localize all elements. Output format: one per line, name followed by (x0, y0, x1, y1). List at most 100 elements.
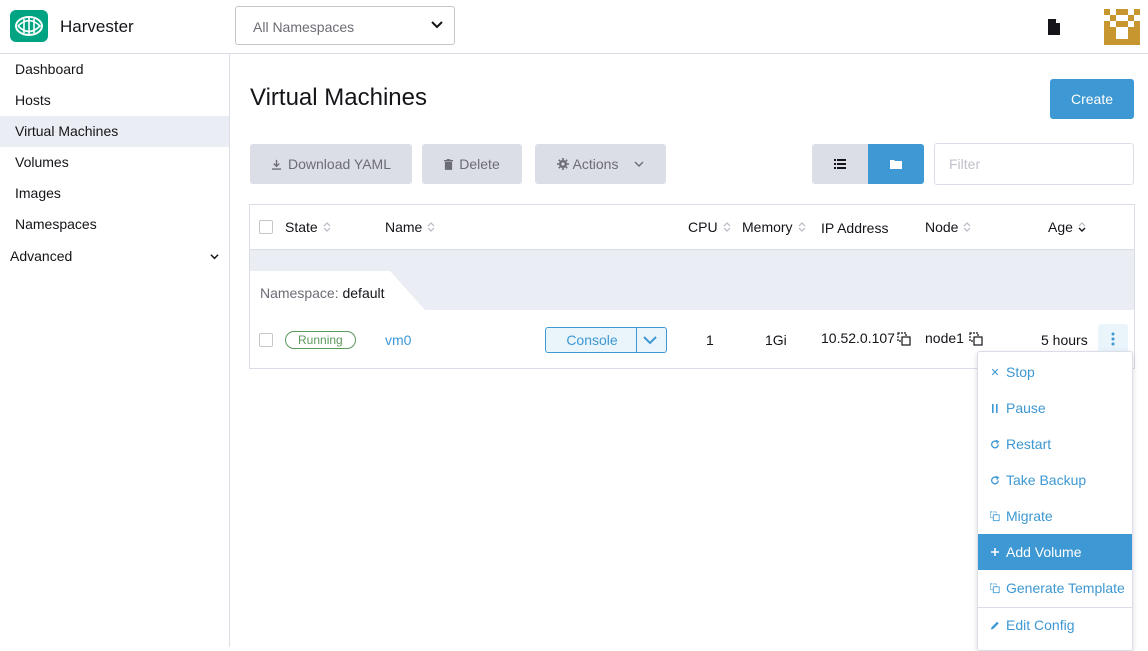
console-button-label: Console (566, 332, 618, 348)
sidebar-item-hosts[interactable]: Hosts (0, 85, 229, 116)
sort-icon (964, 222, 971, 232)
row-actions-button[interactable] (1098, 324, 1128, 354)
menu-item-label: Stop (1006, 364, 1035, 380)
refresh-icon (990, 439, 1000, 450)
group-view-toggle[interactable] (868, 144, 924, 184)
harvester-logo-icon (15, 16, 43, 36)
sidebar-item-namespaces[interactable]: Namespaces (0, 209, 229, 240)
sidebar-item-dashboard[interactable]: Dashboard (0, 54, 229, 85)
sidebar-item-virtual-machines[interactable]: Virtual Machines (0, 116, 229, 147)
namespace-select[interactable]: All Namespaces (235, 6, 455, 45)
refresh-icon (990, 475, 1000, 486)
column-header-node[interactable]: Node (925, 219, 971, 235)
table-header: State Name CPU Memory IP Address Node Ag… (250, 205, 1134, 250)
copy-icon (990, 511, 1000, 522)
column-header-age[interactable]: Age (1048, 219, 1086, 235)
file-icon[interactable] (1047, 19, 1061, 35)
namespace-group-prefix: Namespace: (260, 285, 339, 301)
sort-icon (427, 222, 435, 232)
sidebar-group-advanced-label: Advanced (10, 248, 73, 264)
app-title: Harvester (60, 17, 134, 36)
sort-icon (798, 222, 805, 232)
chevron-down-icon[interactable] (643, 334, 657, 346)
column-header-state[interactable]: State (285, 219, 331, 235)
menu-item-take-backup[interactable]: Take Backup (978, 462, 1132, 498)
harvester-logo[interactable] (10, 10, 48, 42)
list-view-toggle[interactable] (812, 144, 868, 184)
download-yaml-button[interactable]: Download YAML (250, 144, 412, 184)
menu-item-label: Add Volume (1006, 544, 1082, 560)
trash-icon (444, 158, 454, 170)
column-header-ip-address: IP Address (821, 220, 888, 236)
download-icon (271, 159, 282, 170)
console-split-button[interactable]: Console (545, 327, 667, 353)
menu-item-label: Migrate (1006, 508, 1053, 524)
sidebar-item-volumes[interactable]: Volumes (0, 147, 229, 178)
sidebar: Dashboard Hosts Virtual Machines Volumes… (0, 54, 230, 647)
chevron-down-icon (431, 21, 443, 29)
namespace-group-tab: Namespace: default (250, 271, 425, 310)
kebab-menu-icon (1111, 332, 1115, 346)
menu-item-edit-config[interactable]: Edit Config (978, 607, 1132, 643)
row-actions-menu: ✕ Stop Pause Restart Take Backup Migrate… (977, 351, 1133, 651)
namespace-select-value: All Namespaces (253, 19, 355, 35)
namespace-group-row: Namespace: default (250, 250, 1134, 310)
memory-cell: 1Gi (765, 332, 787, 348)
actions-dropdown-button[interactable]: Actions (535, 144, 666, 184)
delete-button[interactable]: Delete (422, 144, 522, 184)
row-checkbox[interactable] (259, 333, 273, 347)
copy-icon[interactable] (969, 332, 983, 346)
folder-icon (890, 160, 902, 169)
namespace-group-label: Namespace: default (260, 285, 385, 301)
vm-table: State Name CPU Memory IP Address Node Ag… (249, 204, 1135, 369)
create-button[interactable]: Create (1050, 79, 1134, 119)
column-header-label: IP Address (821, 220, 889, 236)
column-header-label: Age (1048, 219, 1073, 235)
sort-icon (323, 222, 331, 232)
column-header-label: Memory (742, 219, 793, 235)
namespace-group-name: default (342, 285, 385, 301)
status-badge: Running (285, 331, 356, 349)
menu-item-label: Take Backup (1006, 472, 1087, 488)
menu-item-label: Generate Template (1006, 580, 1125, 596)
sort-icon (723, 222, 730, 232)
pencil-icon (990, 620, 1000, 631)
user-avatar[interactable] (1104, 9, 1140, 45)
menu-item-generate-template[interactable]: Generate Template (978, 570, 1132, 606)
select-all-checkbox[interactable] (259, 220, 273, 234)
sidebar-group-advanced[interactable]: Advanced (0, 241, 229, 272)
age-cell: 5 hours (1041, 332, 1088, 348)
menu-item-restart[interactable]: Restart (978, 426, 1132, 462)
download-yaml-label: Download YAML (288, 156, 391, 172)
vm-name-link[interactable]: vm0 (385, 332, 411, 348)
column-header-memory[interactable]: Memory (742, 219, 806, 235)
close-icon: ✕ (990, 366, 1000, 379)
chevron-down-icon (634, 161, 644, 167)
gear-icon (556, 158, 569, 170)
column-header-label: Name (385, 219, 423, 235)
column-header-label: CPU (688, 219, 718, 235)
menu-item-add-volume[interactable]: Add Volume (978, 534, 1132, 570)
menu-item-migrate[interactable]: Migrate (978, 498, 1132, 534)
column-header-cpu[interactable]: CPU (688, 219, 731, 235)
copy-icon (990, 583, 1000, 594)
sidebar-item-images[interactable]: Images (0, 178, 229, 209)
page-title: Virtual Machines (250, 84, 427, 111)
column-header-label: State (285, 219, 318, 235)
actions-label: Actions (572, 156, 619, 172)
sort-descending-icon (1078, 222, 1086, 232)
filter-input[interactable] (934, 143, 1134, 185)
top-header: Harvester All Namespaces (0, 0, 1148, 54)
plus-icon (990, 547, 1000, 557)
column-header-name[interactable]: Name (385, 219, 435, 235)
menu-item-label: Edit Config (1006, 617, 1075, 633)
chevron-down-icon (210, 254, 219, 260)
menu-item-stop[interactable]: ✕ Stop (978, 354, 1132, 390)
cpu-cell: 1 (706, 332, 714, 348)
menu-item-label: Restart (1006, 436, 1052, 452)
column-header-label: Node (925, 219, 959, 235)
copy-icon[interactable] (897, 332, 911, 346)
node-cell: node1 (925, 330, 964, 346)
pause-icon (990, 403, 1000, 413)
menu-item-pause[interactable]: Pause (978, 390, 1132, 426)
